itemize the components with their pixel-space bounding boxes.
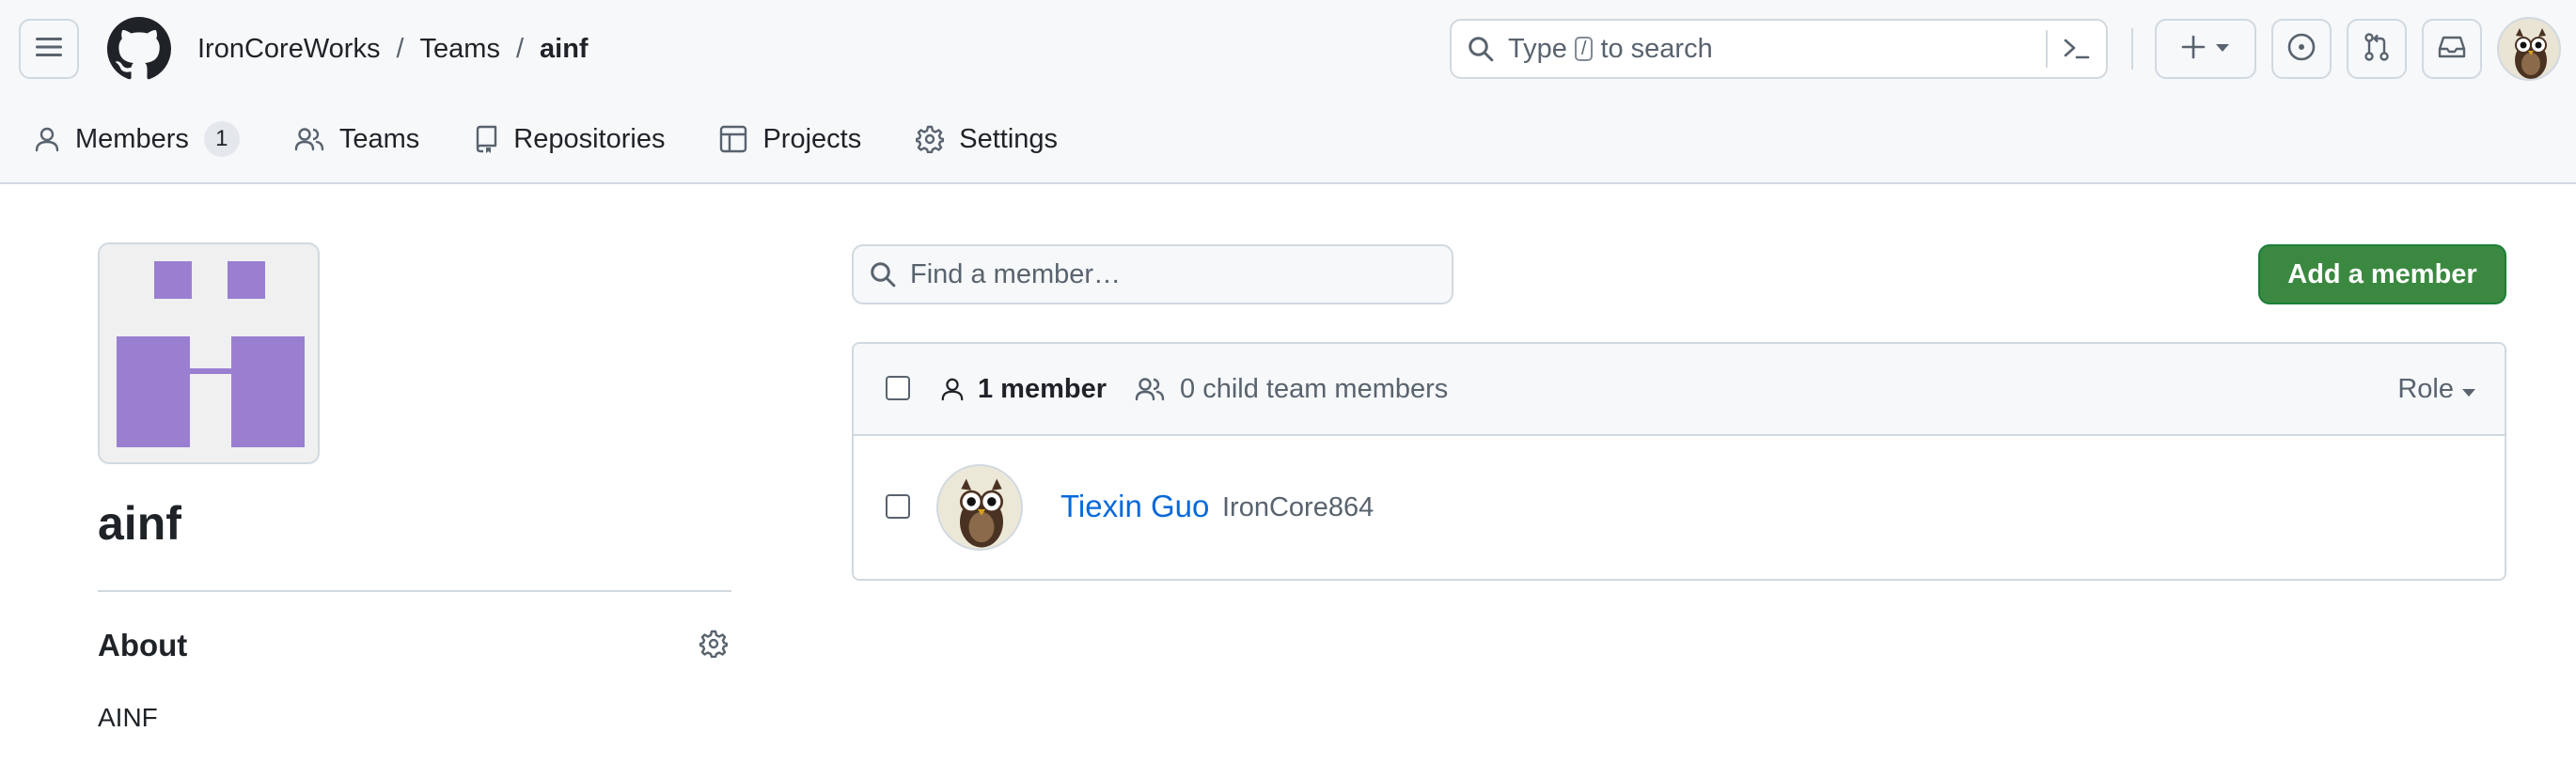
app-header: IronCoreWorks / Teams / ainf Type / to s… <box>0 0 2576 184</box>
header-divider <box>2131 28 2133 70</box>
breadcrumb: IronCoreWorks / Teams / ainf <box>197 28 589 70</box>
gear-icon <box>916 125 945 153</box>
search-prefix: Type <box>1508 33 1567 64</box>
search-icon <box>1467 35 1495 63</box>
select-all-checkbox[interactable] <box>886 376 910 400</box>
pull-requests-button[interactable] <box>2347 19 2407 79</box>
person-icon <box>34 126 60 152</box>
search-suffix: to search <box>1600 33 1713 64</box>
tab-label: Repositories <box>513 123 666 154</box>
members-list: 1 member 0 child team members Role Tiexi… <box>852 342 2506 581</box>
create-new-button[interactable] <box>2155 19 2256 79</box>
hamburger-icon <box>36 37 62 62</box>
child-team-members[interactable]: 0 child team members <box>1135 374 1448 405</box>
tab-teams[interactable]: Teams <box>294 111 440 167</box>
tab-members[interactable]: Members 1 <box>34 111 260 167</box>
person-icon <box>940 376 965 402</box>
breadcrumb-separator: / <box>396 33 404 64</box>
plus-icon <box>2181 35 2206 64</box>
member-row: Tiexin Guo IronCore864 <box>854 436 2505 579</box>
child-team-members-label: 0 child team members <box>1180 373 1449 404</box>
tab-label: Settings <box>959 123 1059 154</box>
role-filter-label: Role <box>2397 373 2454 404</box>
search-icon <box>869 260 897 288</box>
breadcrumb-current[interactable]: ainf <box>540 34 589 65</box>
global-search[interactable]: Type / to search <box>1450 19 2108 79</box>
tab-projects[interactable]: Projects <box>719 111 882 167</box>
team-avatar <box>98 242 320 464</box>
inbox-button[interactable] <box>2422 19 2482 79</box>
table-icon <box>719 125 747 153</box>
tab-label: Teams <box>338 123 420 154</box>
team-name: ainf <box>98 497 181 550</box>
breadcrumb-org[interactable]: IronCoreWorks <box>197 34 380 65</box>
tab-label: Projects <box>762 123 862 154</box>
member-login[interactable]: IronCore864 <box>1222 492 1374 523</box>
menu-button[interactable] <box>19 19 79 79</box>
member-name-link[interactable]: Tiexin Guo <box>1060 489 1209 524</box>
find-member-field[interactable] <box>852 244 1453 304</box>
breadcrumb-separator: / <box>515 33 525 64</box>
member-avatar[interactable] <box>936 464 1023 551</box>
issue-icon <box>2286 32 2317 67</box>
divider <box>98 590 731 592</box>
breadcrumb-teams[interactable]: Teams <box>420 34 500 65</box>
members-list-header: 1 member 0 child team members Role <box>854 344 2505 436</box>
inbox-icon <box>2437 34 2467 65</box>
member-checkbox[interactable] <box>886 494 910 519</box>
github-logo[interactable] <box>107 17 171 81</box>
about-heading: About <box>98 628 188 662</box>
team-description: AINF <box>98 703 158 732</box>
member-count: 1 member <box>978 373 1107 404</box>
tab-settings[interactable]: Settings <box>916 111 1078 167</box>
members-count-badge: 1 <box>203 121 240 157</box>
user-avatar[interactable] <box>2497 17 2561 81</box>
members-summary: 1 member 0 child team members <box>940 370 1448 408</box>
tab-repositories[interactable]: Repositories <box>474 111 685 167</box>
caret-down-icon <box>2461 374 2476 405</box>
search-shortcut-key: / <box>1574 37 1594 61</box>
find-member-input[interactable] <box>910 258 1437 290</box>
people-icon <box>1135 376 1165 402</box>
add-member-button[interactable]: Add a member <box>2258 244 2506 304</box>
team-tabs: Members 1 Teams Repositories Projects Se… <box>0 111 1078 167</box>
caret-down-icon <box>2215 40 2230 57</box>
pull-request-icon <box>2363 32 2391 67</box>
tab-label: Members <box>75 123 189 154</box>
repo-icon <box>474 125 498 153</box>
issues-button[interactable] <box>2271 19 2332 79</box>
command-palette-icon[interactable] <box>2046 30 2106 68</box>
gear-icon[interactable] <box>699 630 729 662</box>
people-icon <box>294 126 324 152</box>
role-filter[interactable]: Role <box>2397 370 2476 408</box>
